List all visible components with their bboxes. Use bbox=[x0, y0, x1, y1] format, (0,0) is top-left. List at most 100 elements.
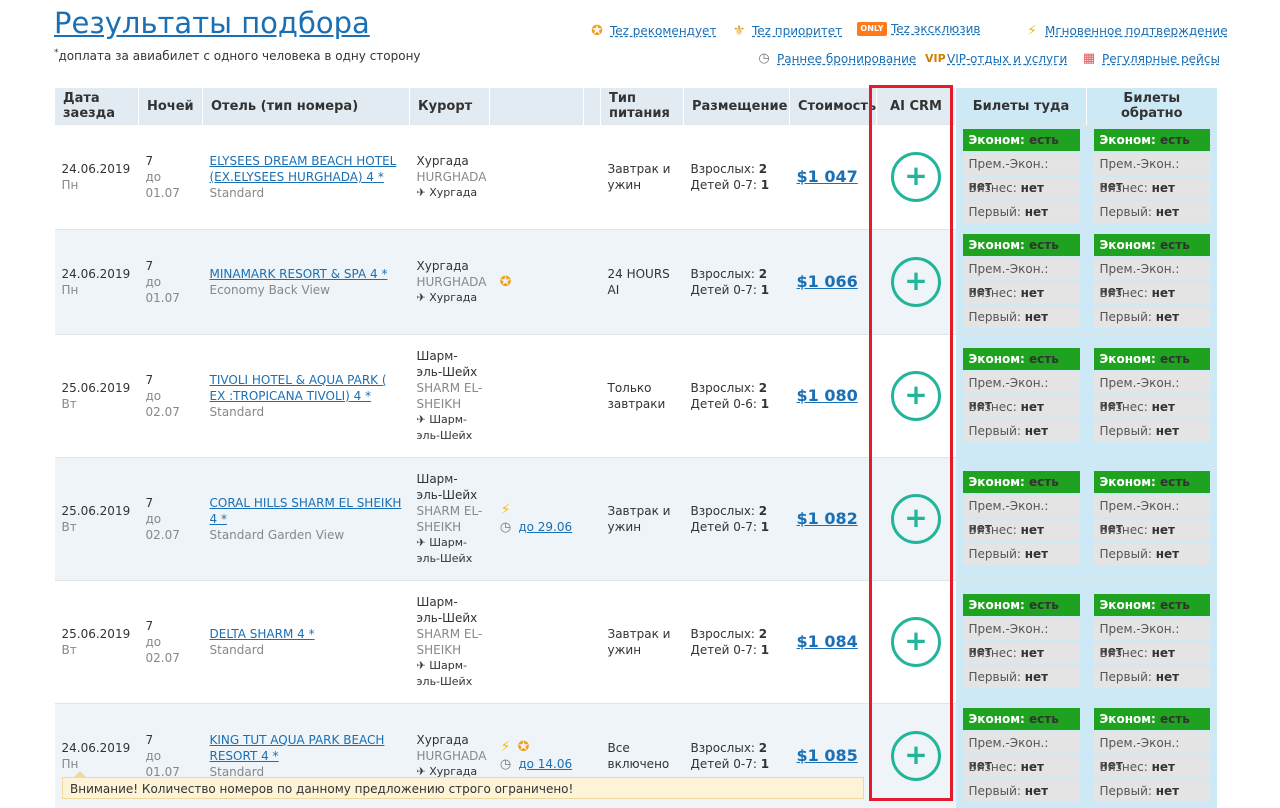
header-meal[interactable]: Тип питания bbox=[601, 88, 684, 125]
cell-meal: Завтрак и ужин bbox=[601, 458, 684, 581]
lightning-icon: ⚡ bbox=[497, 738, 515, 756]
cell-ai-crm: + bbox=[877, 581, 956, 704]
cell-price: $1 082 bbox=[790, 458, 877, 581]
plus-circle-icon[interactable]: + bbox=[891, 152, 941, 202]
legend-early[interactable]: ◷Раннее бронирование bbox=[755, 50, 916, 68]
header-icons bbox=[490, 88, 584, 125]
cell-price: $1 080 bbox=[790, 335, 877, 458]
legend-recommend[interactable]: ✪Tez рекомендует bbox=[588, 22, 716, 40]
cell-meal: Только завтраки bbox=[601, 335, 684, 458]
price-link[interactable]: $1 066 bbox=[797, 272, 858, 291]
ticket-business: Бизнес: нет bbox=[1094, 177, 1210, 199]
vip-crown-icon: VIP bbox=[925, 50, 943, 68]
early-booking[interactable]: ◷ до 29.06 bbox=[497, 519, 594, 537]
cell-price: $1 047 bbox=[790, 125, 877, 230]
clock-icon: ◷ bbox=[755, 50, 773, 68]
cell-tickets-to: Эконом: естьПрем.-Экон.: нетБизнес: нетП… bbox=[956, 230, 1087, 335]
cell-meal: Завтрак и ужин bbox=[601, 581, 684, 704]
ticket-prem: Прем.-Экон.: нет bbox=[1094, 732, 1210, 754]
price-link[interactable]: $1 085 bbox=[797, 746, 858, 765]
ticket-business: Бизнес: нет bbox=[1094, 519, 1210, 541]
header-nights[interactable]: Ночей bbox=[139, 88, 203, 125]
page-title: Результаты подбора bbox=[54, 6, 370, 40]
plane-icon: ✈ bbox=[417, 659, 426, 672]
ticket-prem: Прем.-Экон.: нет bbox=[1094, 618, 1210, 640]
price-link[interactable]: $1 080 bbox=[797, 386, 858, 405]
header-date[interactable]: Дата заезда bbox=[55, 88, 139, 125]
legend-vip[interactable]: VIPVIP-отдых и услуги bbox=[925, 50, 1067, 68]
header-resort[interactable]: Курорт bbox=[410, 88, 490, 125]
hotel-link[interactable]: ELYSEES DREAM BEACH HOTEL (EX.ELYSEES HU… bbox=[210, 154, 397, 184]
ticket-prem: Прем.-Экон.: нет bbox=[1094, 258, 1210, 280]
lightning-icon: ⚡ bbox=[497, 501, 515, 519]
cell-tickets-to: Эконом: естьПрем.-Экон.: нетБизнес: нетП… bbox=[956, 335, 1087, 458]
plus-circle-icon[interactable]: + bbox=[891, 617, 941, 667]
hotel-link[interactable]: KING TUT AQUA PARK BEACH RESORT 4 * bbox=[210, 733, 385, 763]
cell-resort: Шарм-эль-ШейхSHARM EL-SHEIKH✈ Шарм-эль-Ш… bbox=[410, 581, 490, 704]
price-link[interactable]: $1 082 bbox=[797, 509, 858, 528]
cell-tickets-to: Эконом: естьПрем.-Экон.: нетБизнес: нетП… bbox=[956, 125, 1087, 230]
cell-tickets-to: Эконом: естьПрем.-Экон.: нетБизнес: нетП… bbox=[956, 704, 1087, 808]
ticket-first: Первый: нет bbox=[963, 201, 1080, 223]
plus-circle-icon[interactable]: + bbox=[891, 494, 941, 544]
ticket-econ: Эконом: есть bbox=[963, 708, 1080, 730]
ticket-business: Бизнес: нет bbox=[1094, 282, 1210, 304]
ticket-business: Бизнес: нет bbox=[1094, 642, 1210, 664]
results-table: Дата заезда Ночей Отель (тип номера) Кур… bbox=[54, 88, 1217, 808]
cell-date: 25.06.2019Вт bbox=[55, 335, 139, 458]
cell-hotel: ELYSEES DREAM BEACH HOTEL (EX.ELYSEES HU… bbox=[203, 125, 410, 230]
ticket-econ: Эконом: есть bbox=[1094, 234, 1210, 256]
plane-icon: ✈ bbox=[417, 413, 426, 426]
ticket-first: Первый: нет bbox=[963, 306, 1080, 328]
plus-circle-icon[interactable]: + bbox=[891, 257, 941, 307]
medal-icon: ⚜ bbox=[730, 22, 748, 40]
cell-nights: 7до 02.07 bbox=[139, 458, 203, 581]
ticket-business: Бизнес: нет bbox=[963, 519, 1080, 541]
hotel-link[interactable]: CORAL HILLS SHARM EL SHEIKH 4 * bbox=[210, 496, 402, 526]
cell-nights: 7до 02.07 bbox=[139, 581, 203, 704]
ticket-econ: Эконом: есть bbox=[963, 234, 1080, 256]
hotel-link[interactable]: TIVOLI HOTEL & AQUA PARK ( EX :TROPICANA… bbox=[210, 373, 387, 403]
ticket-prem: Прем.-Экон.: нет bbox=[963, 618, 1080, 640]
ticket-prem: Прем.-Экон.: нет bbox=[1094, 372, 1210, 394]
hotel-link[interactable]: DELTA SHARM 4 * bbox=[210, 627, 315, 641]
legend-priority[interactable]: ⚜Tez приоритет bbox=[730, 22, 842, 40]
early-booking-link[interactable]: до 14.06 bbox=[518, 757, 572, 771]
early-booking-link[interactable]: до 29.06 bbox=[518, 520, 572, 534]
ticket-business: Бизнес: нет bbox=[963, 756, 1080, 778]
plus-circle-icon[interactable]: + bbox=[891, 731, 941, 781]
legend-regular[interactable]: ▦Регулярные рейсы bbox=[1080, 50, 1220, 68]
ticket-business: Бизнес: нет bbox=[963, 282, 1080, 304]
cell-ai-crm: + bbox=[877, 458, 956, 581]
clock-icon: ◷ bbox=[497, 756, 515, 774]
clock-icon: ◷ bbox=[497, 519, 515, 537]
legend-instant[interactable]: ⚡Мгновенное подтверждение bbox=[1023, 22, 1228, 40]
price-link[interactable]: $1 084 bbox=[797, 632, 858, 651]
cell-tickets-back: Эконом: естьПрем.-Экон.: нетБизнес: нетП… bbox=[1087, 230, 1217, 335]
legend-exclusive[interactable]: ONLYTez эксклюзив bbox=[857, 22, 981, 36]
price-link[interactable]: $1 047 bbox=[797, 167, 858, 186]
ticket-prem: Прем.-Экон.: нет bbox=[963, 732, 1080, 754]
header-price[interactable]: Стоимость bbox=[790, 88, 877, 125]
header-tickets-back: Билеты обратно bbox=[1087, 88, 1217, 125]
early-booking[interactable]: ◷ до 14.06 bbox=[497, 756, 594, 774]
ticket-business: Бизнес: нет bbox=[963, 642, 1080, 664]
hotel-link[interactable]: MINAMARK RESORT & SPA 4 * bbox=[210, 267, 388, 281]
cell-ai-crm: + bbox=[877, 704, 956, 808]
room-type: Standard bbox=[210, 642, 403, 658]
table-row: 24.06.2019Пн 7до 01.07 MINAMARK RESORT &… bbox=[55, 230, 1217, 335]
cell-resort: ХургадаHURGHADA✈ Хургада bbox=[410, 230, 490, 335]
cell-nights: 7до 02.07 bbox=[139, 335, 203, 458]
only-badge-icon: ONLY bbox=[857, 22, 887, 36]
header-placement[interactable]: Размещение bbox=[684, 88, 790, 125]
ticket-prem: Прем.-Экон.: нет bbox=[963, 153, 1080, 175]
plus-circle-icon[interactable]: + bbox=[891, 371, 941, 421]
cell-tickets-back: Эконом: естьПрем.-Экон.: нетБизнес: нетП… bbox=[1087, 335, 1217, 458]
cell-placement: Взрослых: 2Детей 0-7: 1 bbox=[684, 230, 790, 335]
availability-warning: Внимание! Количество номеров по данному … bbox=[62, 777, 864, 799]
cell-icons bbox=[490, 125, 601, 230]
header-hotel[interactable]: Отель (тип номера) bbox=[203, 88, 410, 125]
plane-icon: ✈ bbox=[417, 536, 426, 549]
ticket-econ: Эконом: есть bbox=[1094, 348, 1210, 370]
ticket-business: Бизнес: нет bbox=[963, 396, 1080, 418]
